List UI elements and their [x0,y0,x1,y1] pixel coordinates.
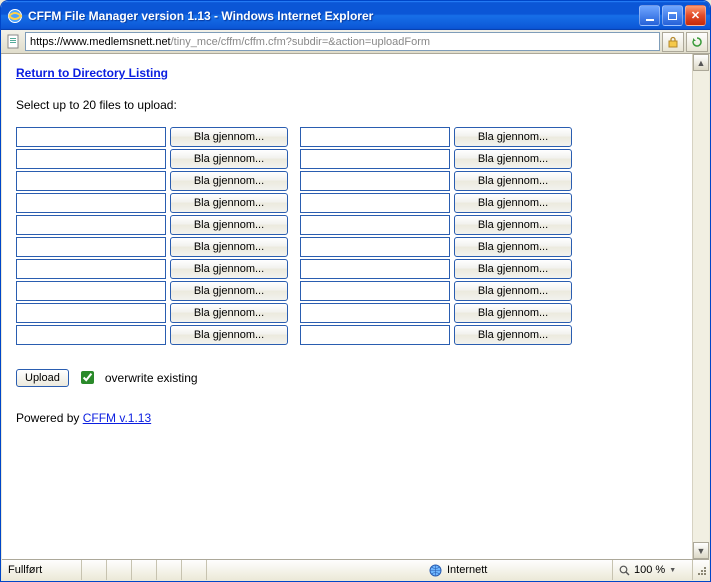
browse-button[interactable]: Bla gjennom... [170,127,288,147]
browse-button[interactable]: Bla gjennom... [454,237,572,257]
security-zone[interactable]: Internett [423,560,613,580]
page-icon [6,34,22,50]
browse-button[interactable]: Bla gjennom... [454,215,572,235]
browse-button[interactable]: Bla gjennom... [454,127,572,147]
file-path-input[interactable] [300,193,450,213]
file-path-input[interactable] [300,237,450,257]
browse-button[interactable]: Bla gjennom... [170,193,288,213]
browse-button[interactable]: Bla gjennom... [170,303,288,323]
browse-button[interactable]: Bla gjennom... [170,237,288,257]
zone-label: Internett [447,564,487,576]
browse-button[interactable]: Bla gjennom... [170,281,288,301]
file-path-input[interactable] [300,325,450,345]
lock-icon [667,36,679,48]
globe-icon [429,564,442,577]
status-pane-5 [157,560,182,580]
browse-button[interactable]: Bla gjennom... [454,281,572,301]
file-path-input[interactable] [300,215,450,235]
status-state: Fullført [2,560,82,580]
address-bar: https://www.medlemsnett.net/tiny_mce/cff… [1,30,710,54]
file-path-input[interactable] [300,149,450,169]
upload-controls: Upload overwrite existing [16,368,678,387]
status-pane-4 [132,560,157,580]
powered-by: Powered by CFFM v.1.13 [16,411,678,425]
window-title: CFFM File Manager version 1.13 - Windows… [28,9,639,23]
scroll-down-button[interactable]: ▼ [693,542,709,559]
instruction-text: Select up to 20 files to upload: [16,98,678,112]
file-path-input[interactable] [300,127,450,147]
browse-button[interactable]: Bla gjennom... [170,215,288,235]
file-path-input[interactable] [300,171,450,191]
upload-grid: Bla gjennom...Bla gjennom...Bla gjennom.… [16,126,576,346]
browse-button[interactable]: Bla gjennom... [454,303,572,323]
upload-button[interactable]: Upload [16,369,69,387]
file-path-input[interactable] [16,325,166,345]
status-pane-6 [182,560,207,580]
page-body: Return to Directory Listing Select up to… [2,54,692,559]
file-path-input[interactable] [300,303,450,323]
browse-button[interactable]: Bla gjennom... [454,149,572,169]
file-path-input[interactable] [16,259,166,279]
maximize-button[interactable] [662,5,683,26]
file-path-input[interactable] [300,281,450,301]
return-link[interactable]: Return to Directory Listing [16,66,168,80]
refresh-icon [691,36,703,48]
url-path-part: /tiny_mce/cffm/cffm.cfm?subdir=&action=u… [171,36,430,48]
zoom-value: 100 % [634,564,665,576]
window-buttons: ✕ [639,5,706,26]
browse-button[interactable]: Bla gjennom... [170,171,288,191]
scroll-up-button[interactable]: ▲ [693,54,709,71]
status-bar: Fullført Internett 100 % ▼ [2,559,709,580]
file-path-input[interactable] [16,127,166,147]
status-pane-2 [82,560,107,580]
overwrite-checkbox[interactable] [81,371,94,384]
vertical-scrollbar[interactable]: ▲ ▼ [692,54,709,559]
file-path-input[interactable] [16,149,166,169]
file-path-input[interactable] [16,281,166,301]
browse-button[interactable]: Bla gjennom... [454,171,572,191]
file-path-input[interactable] [16,303,166,323]
browse-button[interactable]: Bla gjennom... [454,193,572,213]
close-button[interactable]: ✕ [685,5,706,26]
resize-grip[interactable] [693,562,709,578]
zoom-control[interactable]: 100 % ▼ [613,560,693,580]
minimize-button[interactable] [639,5,660,26]
file-path-input[interactable] [16,237,166,257]
url-secure-part: https://www.medlemsnett.net [30,36,171,48]
status-pane-3 [107,560,132,580]
content-area: Return to Directory Listing Select up to… [2,54,709,559]
browse-button[interactable]: Bla gjennom... [454,259,572,279]
file-path-input[interactable] [16,171,166,191]
file-path-input[interactable] [16,193,166,213]
overwrite-label[interactable]: overwrite existing [105,371,198,385]
titlebar: CFFM File Manager version 1.13 - Windows… [1,1,710,30]
browse-button[interactable]: Bla gjennom... [170,149,288,169]
browse-button[interactable]: Bla gjennom... [454,325,572,345]
refresh-button[interactable] [686,32,708,52]
powered-prefix: Powered by [16,411,83,425]
cffm-link[interactable]: CFFM v.1.13 [83,411,151,425]
ie-icon [7,8,23,24]
address-input[interactable]: https://www.medlemsnett.net/tiny_mce/cff… [25,32,660,51]
zoom-icon [619,565,630,576]
browse-button[interactable]: Bla gjennom... [170,259,288,279]
file-path-input[interactable] [16,215,166,235]
browser-window: CFFM File Manager version 1.13 - Windows… [0,0,711,582]
file-path-input[interactable] [300,259,450,279]
zoom-dropdown-icon: ▼ [669,567,676,574]
security-lock-button[interactable] [662,32,684,52]
browse-button[interactable]: Bla gjennom... [170,325,288,345]
